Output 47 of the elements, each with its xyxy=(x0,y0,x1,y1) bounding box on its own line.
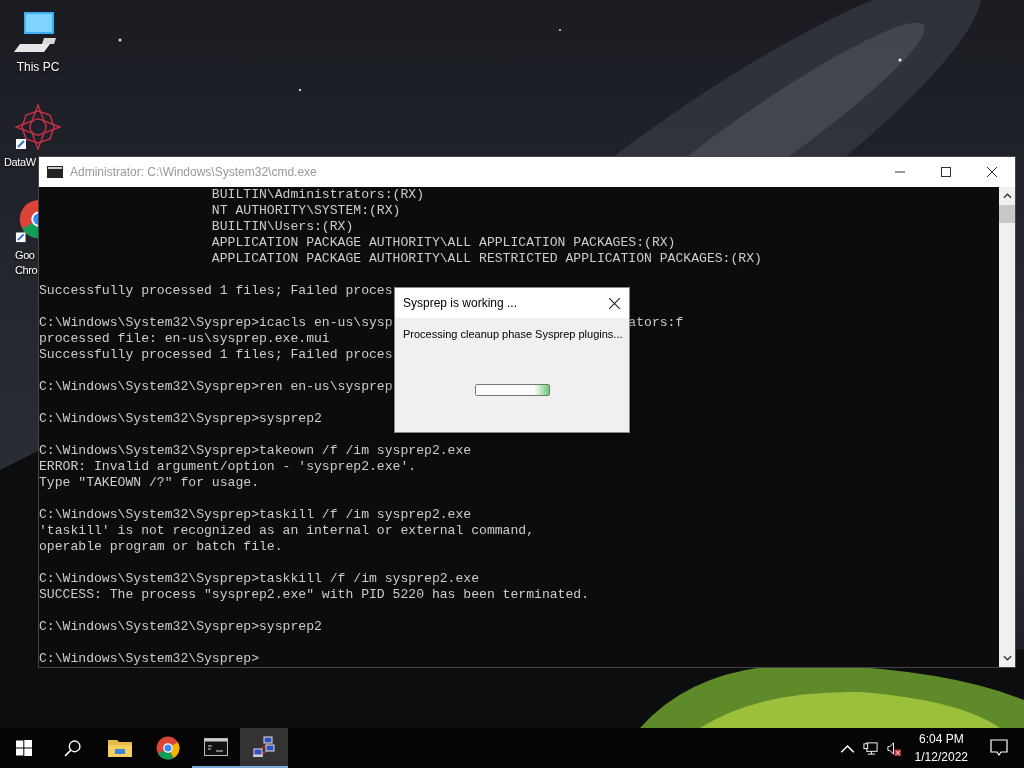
console-line: C:\Windows\System32\Sysprep> xyxy=(39,651,259,666)
console-line: 'taskill' is not recognized as an internal or external command, xyxy=(39,523,535,538)
console-line: Type "TAKEOWN /?" for usage. xyxy=(39,475,259,490)
icon-label: DataW xyxy=(4,155,36,170)
search-icon xyxy=(63,739,81,757)
scrollbar[interactable] xyxy=(999,187,1015,667)
folder-icon xyxy=(108,738,132,758)
console-line: Successfully processed 1 files; Failed proces xyxy=(39,347,393,362)
muted-speaker-icon[interactable] xyxy=(885,740,901,756)
window-title: Administrator: C:\Windows\System32\cmd.exe xyxy=(70,165,318,179)
close-icon xyxy=(608,297,620,309)
console-line: APPLICATION PACKAGE AUTHORITY\ALL RESTRICTED APPLICATION PACKAGES:(RX) xyxy=(210,251,762,266)
console-line: BUILTIN\Users:(RX) xyxy=(210,219,354,234)
status-message: Processing cleanup phase Sysprep plugins... xyxy=(403,328,621,340)
close-icon xyxy=(987,167,997,177)
console-line: SUCCESS: The process "sysprep2.exe" with PID 5220 has been terminated. xyxy=(39,587,590,602)
console-line: operable program or batch file. xyxy=(39,539,283,554)
dialog-title: Sysprep is working ... xyxy=(403,296,518,310)
maximize-icon xyxy=(941,167,951,177)
console-line: APPLICATION PACKAGE AUTHORITY\ALL APPLICATION PACKAGES:(RX) xyxy=(210,235,676,250)
console-line: C:\Windows\System32\Sysprep>taskill /f /im sysprep2.exe xyxy=(39,507,472,522)
star-pattern-icon[interactable] xyxy=(14,103,62,151)
console-line: C:\Windows\System32\Sysprep>icacls en-us\sysp xyxy=(39,315,393,330)
console-line: C:\Windows\System32\Sysprep>ren en-us\sysprep xyxy=(39,379,393,394)
notification-icon[interactable] xyxy=(990,739,1008,757)
console-line: C:\Windows\System32\Sysprep>sysprep2 xyxy=(39,411,322,426)
console-line: C:\Windows\System32\Sysprep>takeown /f /im sysprep2.exe xyxy=(39,443,472,458)
console-line: BUILTIN\Administrators:(RX) xyxy=(210,187,425,202)
scroll-up-icon[interactable] xyxy=(1002,193,1012,199)
console-icon xyxy=(204,738,228,756)
console-line: ators:f xyxy=(628,315,684,330)
windows-logo-icon xyxy=(16,740,32,756)
console-line: ERROR: Invalid argument/option - 'sysprep2.exe'. xyxy=(39,459,417,474)
icon-label: Goo Chro xyxy=(15,248,38,278)
console-line: Successfully processed 1 files; Failed proces xyxy=(39,283,393,298)
icon-label: This PC xyxy=(16,60,60,75)
console-line: NT AUTHORITY\SYSTEM:(RX) xyxy=(210,203,401,218)
console-line: C:\Windows\System32\Sysprep>taskkill /f /im sysprep2.exe xyxy=(39,571,480,586)
console-line: processed file: en-us\sysprep.exe.mui xyxy=(39,331,330,346)
network-computers-icon xyxy=(252,735,276,759)
scroll-down-icon[interactable] xyxy=(1002,655,1012,661)
scroll-thumb[interactable] xyxy=(999,205,1015,223)
network-icon[interactable] xyxy=(862,740,878,756)
console-line: C:\Windows\System32\Sysprep>sysprep2 xyxy=(39,619,322,634)
chrome-icon xyxy=(156,736,180,760)
clock[interactable]: 6:04 PM 1/12/2022 xyxy=(904,730,978,766)
console-icon xyxy=(47,166,63,178)
